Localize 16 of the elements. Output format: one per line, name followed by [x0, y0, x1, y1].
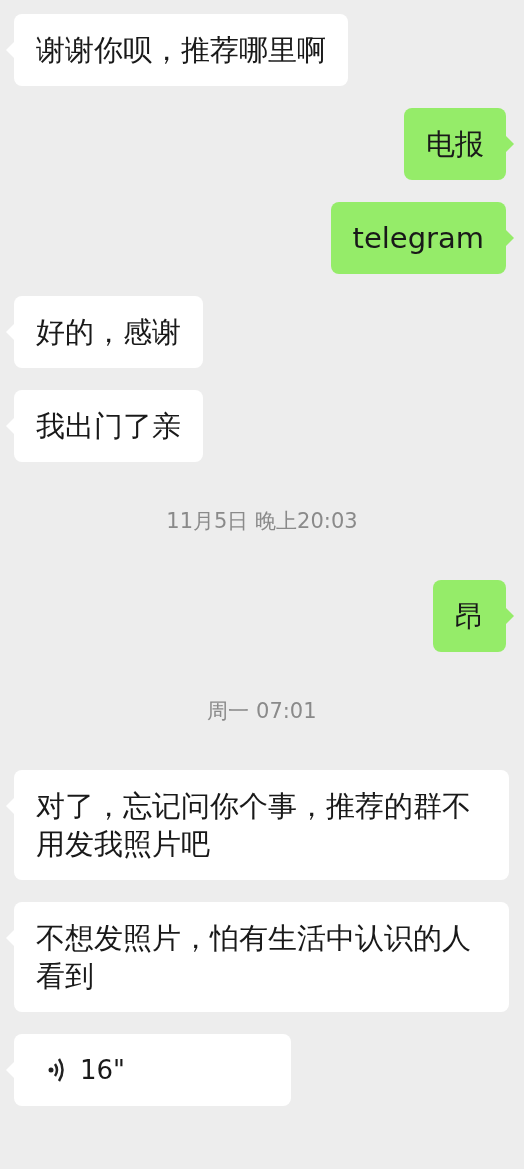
- voice-duration: 16": [80, 1054, 126, 1087]
- message-bubble: 好的，感谢: [14, 296, 203, 368]
- message-bubble: 电报: [404, 108, 506, 180]
- message-bubble: telegram: [330, 202, 506, 274]
- message-bubble: 不想发照片，怕有生活中认识的人看到: [14, 902, 509, 1012]
- message-bubble: 谢谢你呗，推荐哪里啊: [14, 14, 348, 86]
- timestamp: 11月5日 晚上20:03: [165, 508, 359, 534]
- bubble-tail: [506, 608, 514, 624]
- voice-message[interactable]: 16": [14, 1034, 291, 1106]
- sound-wave-icon: [48, 1057, 66, 1083]
- bubble-tail: [506, 230, 514, 246]
- message-bubble: 对了，忘记问你个事，推荐的群不用发我照片吧: [14, 770, 509, 880]
- message-bubble: 昂: [433, 580, 506, 652]
- bubble-tail: [506, 136, 514, 152]
- message-bubble: 我出门了亲: [14, 390, 203, 462]
- timestamp: 周一 07:01: [206, 698, 318, 724]
